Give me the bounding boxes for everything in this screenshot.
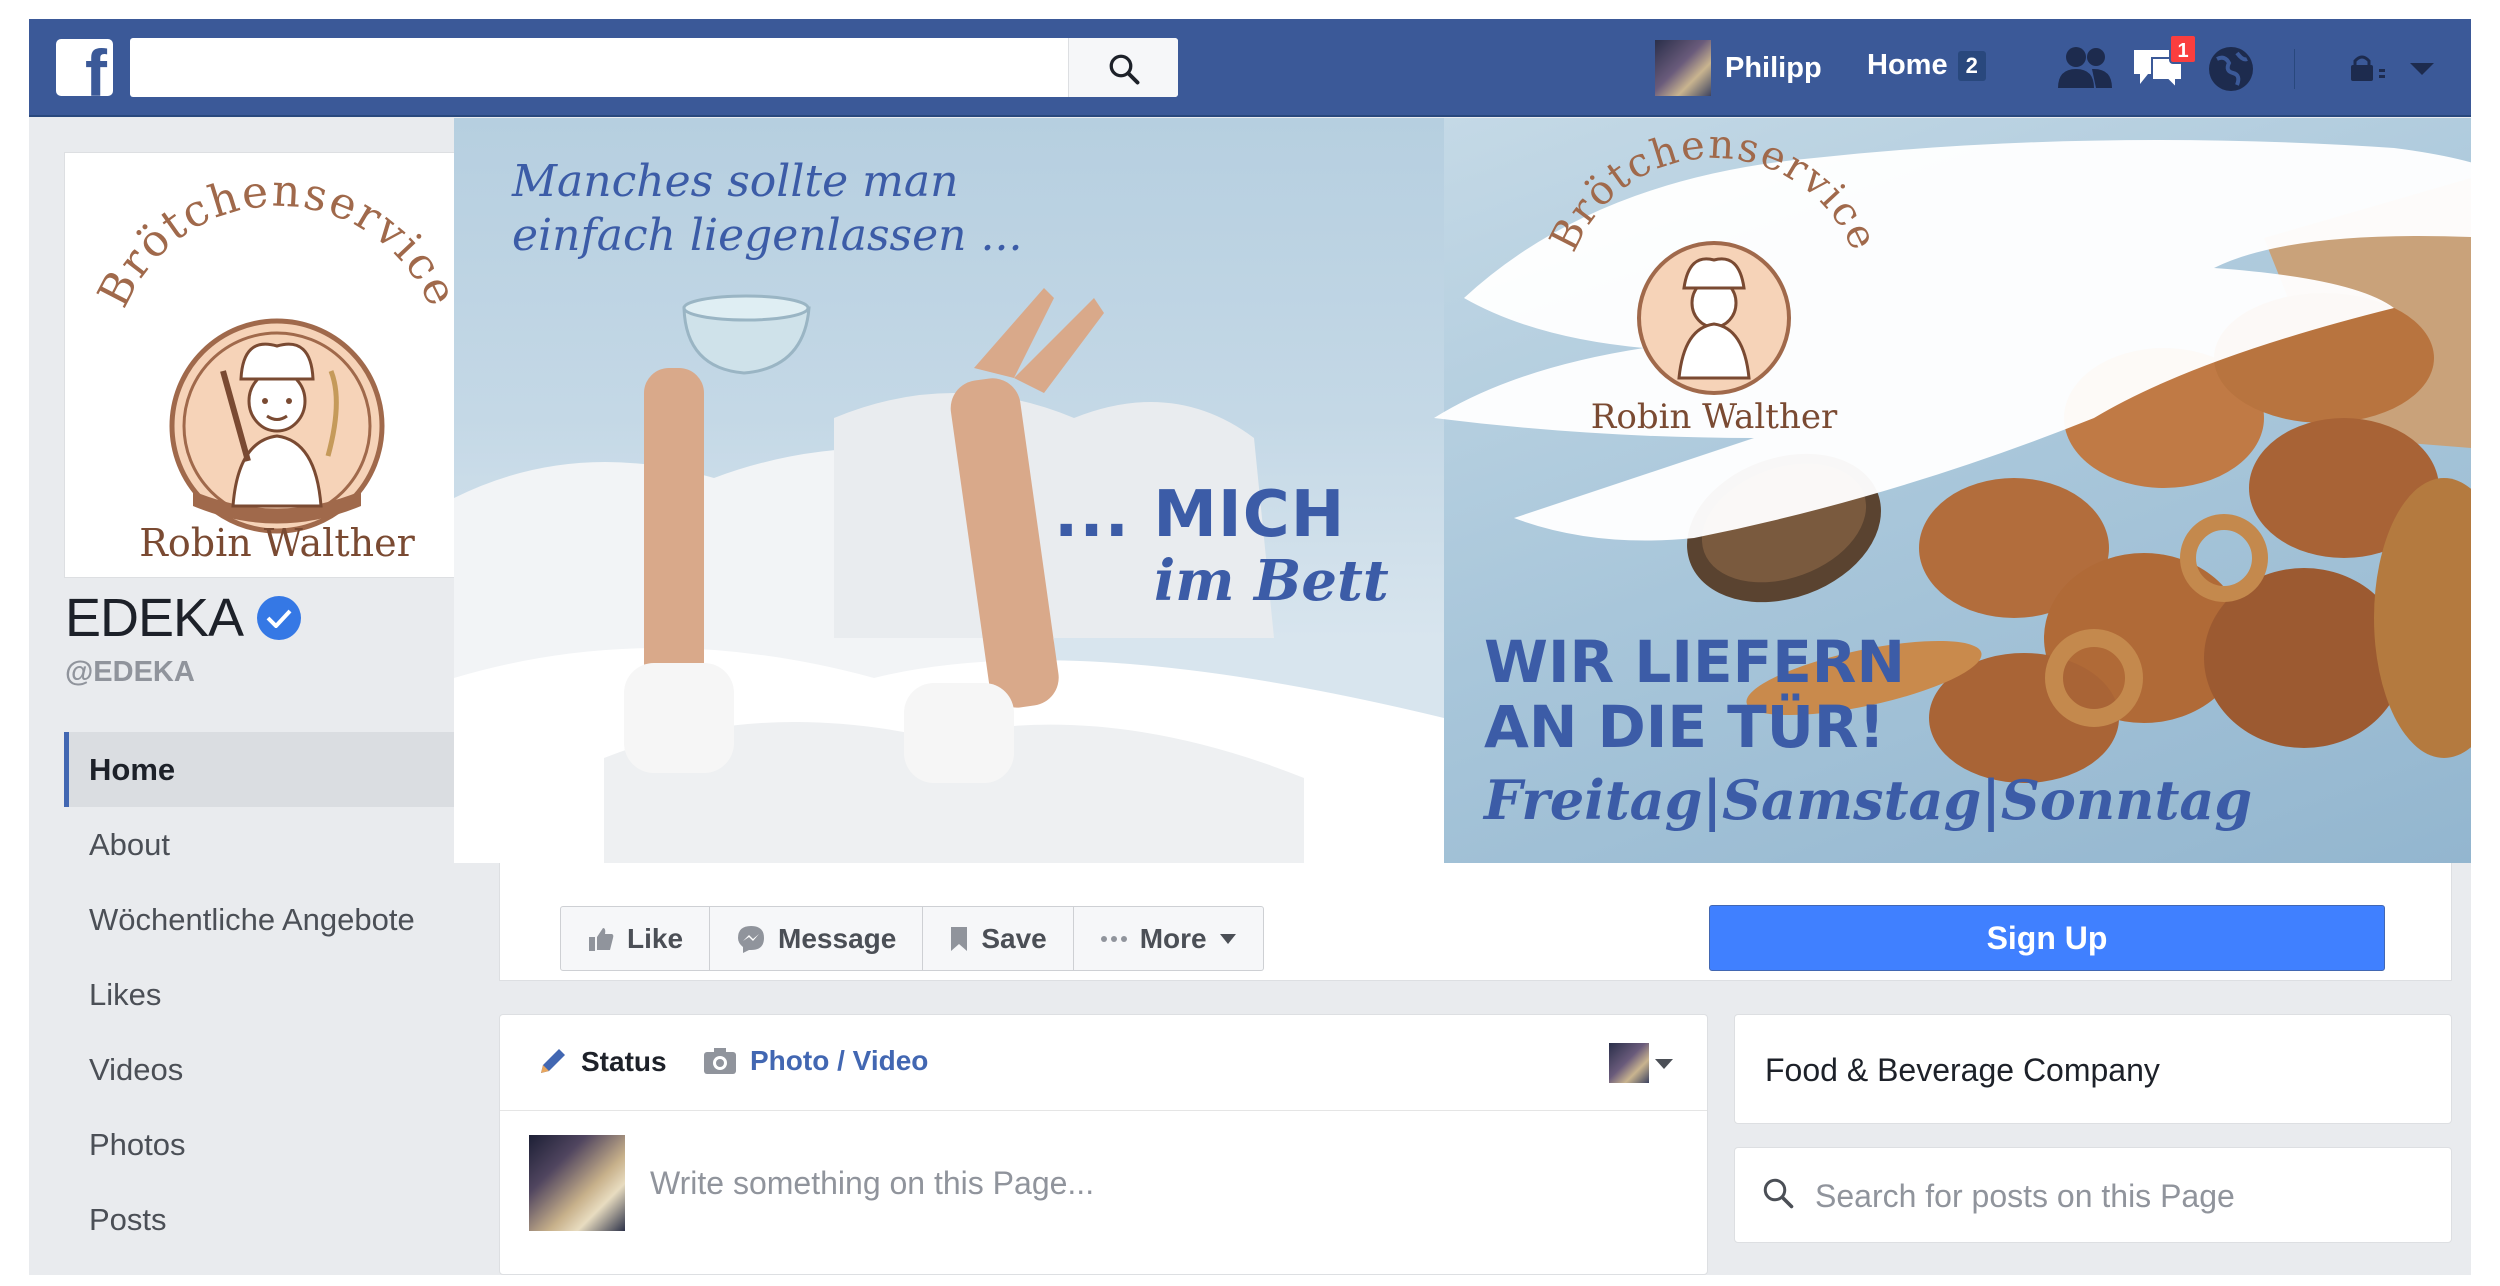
- avatar: [1655, 40, 1711, 96]
- nav-item-home[interactable]: Home: [64, 732, 500, 807]
- profile-picture[interactable]: Brötchenservice Robin Walther: [64, 152, 490, 578]
- composer-tabs: Status Photo / Video: [500, 1015, 1707, 1111]
- post-as-avatar[interactable]: [1609, 1043, 1649, 1083]
- avatar: [529, 1135, 625, 1231]
- top-navbar: f Philipp Home 2 1: [29, 19, 2471, 117]
- save-label: Save: [981, 922, 1047, 954]
- search-input[interactable]: [130, 38, 1178, 97]
- thumbs-up-icon: [589, 927, 614, 951]
- sign-up-button[interactable]: Sign Up: [1709, 905, 2385, 971]
- more-button[interactable]: More: [1073, 906, 1264, 971]
- nav-item-weekly-offers[interactable]: Wöchentliche Angebote: [64, 882, 500, 957]
- page-title: EDEKA: [65, 587, 302, 649]
- page-handle[interactable]: @EDEKA: [65, 656, 195, 689]
- post-input[interactable]: Write something on this Page...: [650, 1165, 1094, 1202]
- bookmark-icon: [951, 926, 968, 951]
- verified-badge-icon: [257, 596, 302, 640]
- search-icon: [1109, 54, 1140, 85]
- logo-graphic: Brötchenservice Robin Walther: [88, 165, 468, 565]
- cover-delivery-line1: WIR LIEFERN: [1484, 628, 1906, 696]
- nav-item-photos[interactable]: Photos: [64, 1107, 500, 1182]
- svg-text:Brötchenservice: Brötchenservice: [1541, 128, 1887, 258]
- page-action-bar: Like Message Save More Sign Up: [499, 863, 2452, 981]
- cover-bett-text: im Bett: [1154, 548, 1389, 614]
- home-link[interactable]: Home 2: [1867, 49, 1986, 82]
- search-posts-placeholder: Search for posts on this Page: [1815, 1178, 2235, 1214]
- notification-badge: 1: [2169, 34, 2197, 64]
- tab-status[interactable]: Status: [535, 1045, 667, 1079]
- logo-name-text: Robin Walther: [139, 521, 415, 565]
- facebook-page-frame: f Philipp Home 2 1 Brötchenservice Robin…: [29, 19, 2471, 1275]
- home-count-badge: 2: [1957, 50, 1986, 81]
- cover-bed-scene: Manches sollte man einfach liegenlassen …: [454, 118, 1444, 863]
- nav-item-likes[interactable]: Likes: [64, 957, 500, 1032]
- tab-status-label: Status: [581, 1046, 667, 1077]
- page-category[interactable]: Food & Beverage Company: [1765, 1052, 2160, 1089]
- more-dots-icon: [1100, 935, 1127, 942]
- message-label: Message: [778, 922, 897, 954]
- navbar-divider: [2294, 49, 2295, 89]
- cover-delivery-line2: AN DIE TÜR!: [1484, 693, 1885, 761]
- save-button[interactable]: Save: [923, 906, 1074, 971]
- chevron-down-icon[interactable]: [1655, 1059, 1673, 1069]
- nav-item-posts[interactable]: Posts: [64, 1182, 500, 1257]
- cover-mich-text: ... MICH: [1054, 478, 1346, 552]
- chevron-down-icon: [1219, 933, 1236, 944]
- svg-text:Robin Walther: Robin Walther: [1591, 397, 1838, 437]
- cover-headline-line1: Manches sollte man: [512, 156, 959, 207]
- search-button[interactable]: [1068, 38, 1178, 97]
- tab-photo-video[interactable]: Photo / Video: [702, 1045, 928, 1077]
- messenger-icon: [738, 925, 765, 953]
- search-icon: [1763, 1178, 1794, 1209]
- chevron-down-icon[interactable]: [2409, 61, 2435, 77]
- message-button[interactable]: Message: [710, 906, 924, 971]
- profile-link[interactable]: Philipp: [1655, 39, 1822, 97]
- nav-item-about[interactable]: About: [64, 807, 500, 882]
- pencil-icon: [541, 1049, 565, 1073]
- privacy-shortcuts-icon[interactable]: [2349, 53, 2395, 83]
- action-button-group: Like Message Save More: [560, 906, 1264, 971]
- cover-photo[interactable]: Manches sollte man einfach liegenlassen …: [454, 118, 2471, 863]
- home-label: Home: [1867, 49, 1948, 81]
- camera-icon: [704, 1048, 736, 1074]
- cover-logo: Brötchenservice Robin Walther: [1541, 128, 1887, 437]
- cover-headline-line2: einfach liegenlassen ...: [512, 210, 1023, 261]
- page-category-card: Food & Beverage Company: [1734, 1014, 2452, 1124]
- page-nav: Home About Wöchentliche Angebote Likes V…: [64, 732, 500, 1257]
- brotchenservice-logo: Brötchenservice Robin Walther: [73, 161, 481, 569]
- friend-requests-icon[interactable]: [2056, 44, 2114, 90]
- tab-photo-video-label: Photo / Video: [750, 1045, 929, 1076]
- search-posts-input[interactable]: Search for posts on this Page: [1734, 1147, 2452, 1243]
- cover-delivery-days: Freitag|Samstag|Sonntag: [1484, 768, 2253, 832]
- like-label: Like: [627, 922, 684, 954]
- facebook-logo-icon[interactable]: f: [56, 39, 113, 96]
- nav-item-videos[interactable]: Videos: [64, 1032, 500, 1107]
- page-name: EDEKA: [65, 588, 244, 648]
- globe-notifications-icon[interactable]: [2207, 45, 2255, 93]
- user-name: Philipp: [1725, 51, 1822, 84]
- post-composer: Status Photo / Video Write something on …: [499, 1014, 1708, 1275]
- like-button[interactable]: Like: [560, 906, 711, 971]
- logo-arc-text: Brötchenservice: [88, 165, 468, 315]
- more-label: More: [1139, 922, 1207, 954]
